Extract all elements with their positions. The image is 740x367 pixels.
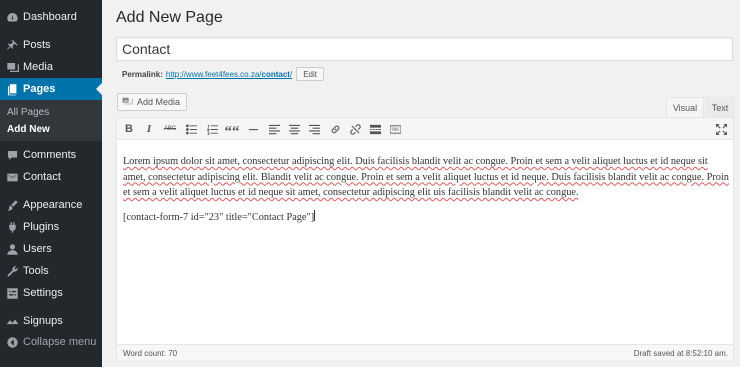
plug-icon: [6, 221, 19, 234]
align-left-icon: [268, 124, 280, 134]
keyboard-icon: [389, 124, 401, 134]
numbered-list-icon: [206, 124, 218, 135]
bulleted-list-button[interactable]: [183, 121, 199, 137]
sidebar-item-appearance[interactable]: Appearance: [0, 194, 102, 216]
sidebar-item-label: Contact: [23, 171, 61, 183]
signup-icon: [6, 315, 19, 328]
editor-statusbar: Word count: 70 Draft saved at 8:52:10 am…: [117, 344, 733, 360]
editor-toolbar: B I ABC ““: [117, 118, 733, 140]
shortcode-paragraph: [contact-form-7 id="23" title="Contact P…: [123, 209, 729, 226]
insert-read-more-button[interactable]: [367, 121, 383, 137]
sidebar-item-label: Posts: [23, 39, 51, 51]
align-right-icon: [308, 124, 320, 134]
editor-content[interactable]: Lorem ipsum dolor sit amet, consectetur …: [123, 154, 729, 234]
horizontal-line-icon: [248, 128, 258, 130]
media-icon: [6, 61, 19, 74]
sidebar-item-label: Tools: [23, 265, 49, 277]
mail-icon: [6, 171, 19, 184]
sidebar-item-tools[interactable]: Tools: [0, 260, 102, 282]
permalink-link[interactable]: http://www.feet4fees.co.za/contact/: [166, 70, 292, 79]
user-icon: [6, 243, 19, 256]
add-media-button[interactable]: Add Media: [117, 93, 188, 111]
align-center-button[interactable]: [286, 121, 302, 137]
word-count: Word count: 70: [123, 349, 178, 358]
sidebar-item-plugins[interactable]: Plugins: [0, 216, 102, 238]
shortcode-text: [contact-form-7 id="23" title="Contact P…: [123, 211, 315, 223]
add-media-label: Add Media: [137, 97, 181, 107]
permalink-label: Permalink:: [122, 69, 163, 79]
tab-text[interactable]: Text: [705, 97, 735, 118]
strikethrough-button[interactable]: ABC: [162, 121, 178, 137]
sidebar-item-signups[interactable]: Signups: [0, 310, 102, 332]
unlink-button[interactable]: [347, 121, 363, 137]
sidebar-item-label: Media: [23, 61, 53, 73]
sidebar-item-settings[interactable]: Settings: [0, 282, 102, 304]
sidebar-item-dashboard[interactable]: Dashboard: [0, 6, 102, 28]
fullscreen-button[interactable]: [713, 121, 729, 137]
link-icon: [331, 125, 339, 133]
submenu-all-pages[interactable]: All Pages: [7, 107, 49, 118]
align-center-icon: [288, 124, 300, 134]
settings-icon: [6, 287, 19, 300]
toolbar-toggle-button[interactable]: [387, 121, 403, 137]
sidebar-item-label: Plugins: [23, 221, 60, 233]
sidebar-item-label: Signups: [23, 315, 63, 327]
pages-icon: [6, 83, 19, 96]
numbered-list-button[interactable]: [204, 121, 220, 137]
collapse-arrow-icon: [6, 336, 19, 349]
sidebar-item-label: Appearance: [23, 199, 83, 211]
sidebar-item-label: Pages: [23, 83, 56, 95]
sidebar-item-label: Settings: [23, 287, 63, 299]
post-title-input[interactable]: [116, 37, 733, 61]
collapse-menu-label: Collapse menu: [23, 336, 97, 348]
bulleted-list-icon: [185, 123, 197, 135]
draft-status: Draft saved at 8:52:10 am.: [633, 349, 728, 358]
sidebar-item-label: Dashboard: [23, 11, 77, 23]
edit-permalink-button[interactable]: Edit: [296, 67, 324, 81]
sidebar-item-comments[interactable]: Comments: [0, 144, 102, 166]
bold-button[interactable]: B: [121, 121, 137, 137]
expand-icon: [715, 123, 727, 135]
unlink-icon: [349, 123, 361, 135]
sidebar-item-posts[interactable]: Posts: [0, 34, 102, 56]
align-right-button[interactable]: [306, 121, 322, 137]
sidebar-item-label: Comments: [23, 149, 77, 161]
blockquote-button[interactable]: ““: [224, 121, 240, 140]
submenu-add-new[interactable]: Add New: [7, 124, 50, 135]
italic-button[interactable]: I: [141, 121, 157, 137]
sidebar-item-contact[interactable]: Contact: [0, 166, 102, 188]
brush-icon: [6, 199, 19, 212]
align-left-button[interactable]: [266, 121, 282, 137]
sidebar-item-media[interactable]: Media: [0, 56, 102, 78]
content-editor[interactable]: B I ABC ““ Lorem ipsum dolor sit amet, c…: [116, 117, 734, 360]
text-cursor: [314, 209, 316, 221]
horizontal-line-button[interactable]: [245, 121, 261, 137]
sidebar-item-users[interactable]: Users: [0, 238, 102, 260]
admin-sidebar: Dashboard Posts Media Pages All Pages Ad…: [0, 0, 102, 367]
read-more-icon: [369, 124, 381, 134]
permalink-row: Permalink: http://www.feet4fees.co.za/co…: [122, 67, 324, 81]
pin-icon: [6, 39, 19, 52]
sidebar-item-label: Users: [23, 243, 52, 255]
dashboard-icon: [6, 11, 19, 24]
pages-submenu: All Pages Add New: [0, 100, 102, 141]
collapse-menu-button[interactable]: Collapse menu: [0, 331, 102, 353]
tab-visual[interactable]: Visual: [666, 97, 704, 118]
page-title: Add New Page: [116, 9, 223, 26]
insert-link-button[interactable]: [327, 121, 343, 137]
sidebar-item-pages[interactable]: Pages: [0, 78, 102, 100]
comment-icon: [6, 149, 19, 162]
wrench-icon: [6, 265, 19, 278]
body-paragraph: Lorem ipsum dolor sit amet, consectetur …: [123, 156, 729, 199]
media-icon: [122, 96, 137, 108]
